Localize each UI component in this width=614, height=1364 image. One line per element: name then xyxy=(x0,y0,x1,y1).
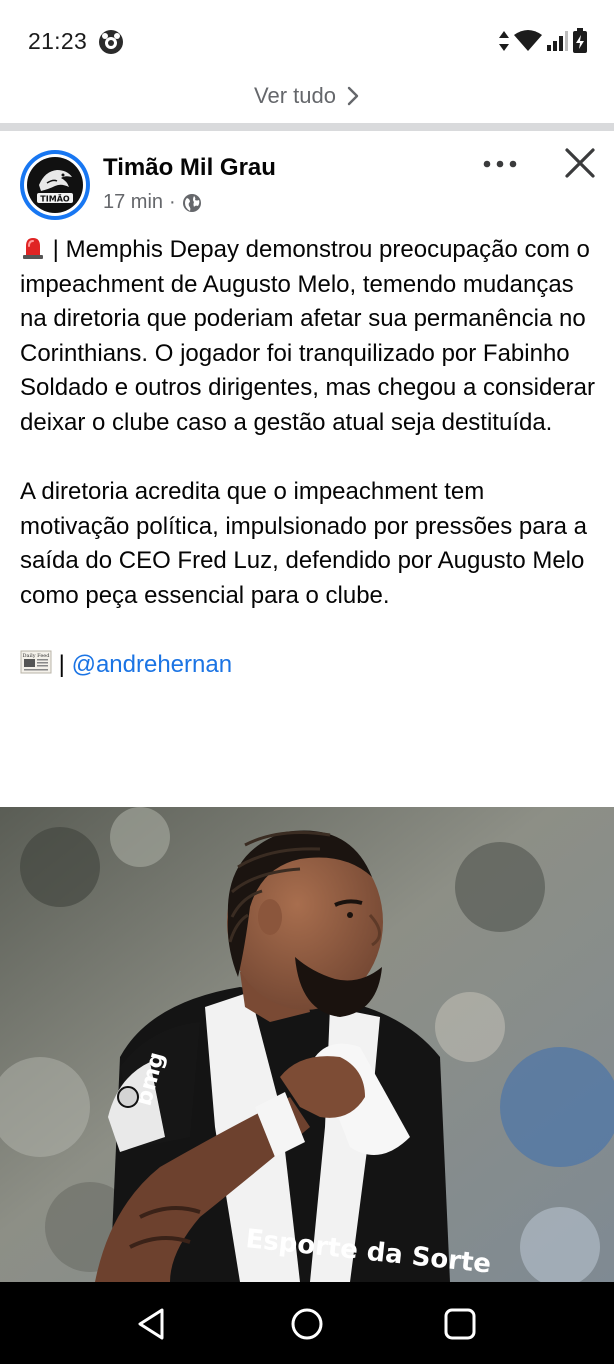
siren-icon xyxy=(23,238,43,259)
status-time: 21:23 xyxy=(28,28,88,54)
post-paragraph-1: | Memphis Depay demonstrou preocupação c… xyxy=(20,233,600,441)
meta-separator: · xyxy=(169,191,176,213)
newspaper-emoji-text: Daily Feed xyxy=(23,653,51,659)
avatar-logo-text: TIMÃO xyxy=(40,194,70,204)
battery-charging-icon xyxy=(573,28,587,53)
eagle-logo-icon: TIMÃO xyxy=(28,158,82,212)
post-card: TIMÃO Timão Mil Grau 17 min · | Memphis … xyxy=(0,131,614,1282)
post-meta: 17 min · xyxy=(103,191,202,214)
see-all-label: Ver tudo xyxy=(254,83,336,108)
status-bar: 21:23 xyxy=(0,0,614,80)
app-notification-icon xyxy=(99,30,123,54)
more-options-button[interactable] xyxy=(478,149,522,179)
wifi-icon xyxy=(514,30,542,51)
post-paragraph-1-text: | Memphis Depay demonstrou preocupação c… xyxy=(20,236,596,436)
post-body: | Memphis Depay demonstrou preocupação c… xyxy=(20,233,600,683)
back-icon[interactable] xyxy=(132,1304,172,1344)
globe-icon xyxy=(182,193,201,212)
post-photo[interactable]: bmg Esporte da Sorte xyxy=(0,807,614,1282)
mention-link[interactable]: @andrehernan xyxy=(72,651,232,678)
data-arrows-icon xyxy=(499,31,509,51)
post-time[interactable]: 17 min xyxy=(103,191,163,214)
see-all-link[interactable]: Ver tudo xyxy=(0,70,614,122)
newspaper-icon: Daily Feed xyxy=(20,650,52,674)
signal-icon xyxy=(547,31,568,51)
system-nav-bar xyxy=(0,1282,614,1364)
post-paragraph-2: A diretoria acredita que o impeachment t… xyxy=(20,478,587,609)
close-icon[interactable] xyxy=(562,145,598,181)
home-icon[interactable] xyxy=(287,1304,327,1344)
status-icons xyxy=(498,28,588,54)
chevron-right-icon xyxy=(347,86,359,106)
page-avatar[interactable]: TIMÃO xyxy=(20,150,90,220)
source-separator: | xyxy=(58,651,65,679)
feed-divider xyxy=(0,123,614,131)
post-author[interactable]: Timão Mil Grau xyxy=(103,154,276,182)
more-icon xyxy=(483,160,517,168)
recents-icon[interactable] xyxy=(440,1304,480,1344)
post-source-line: Daily Feed | @andrehernan xyxy=(20,648,600,683)
